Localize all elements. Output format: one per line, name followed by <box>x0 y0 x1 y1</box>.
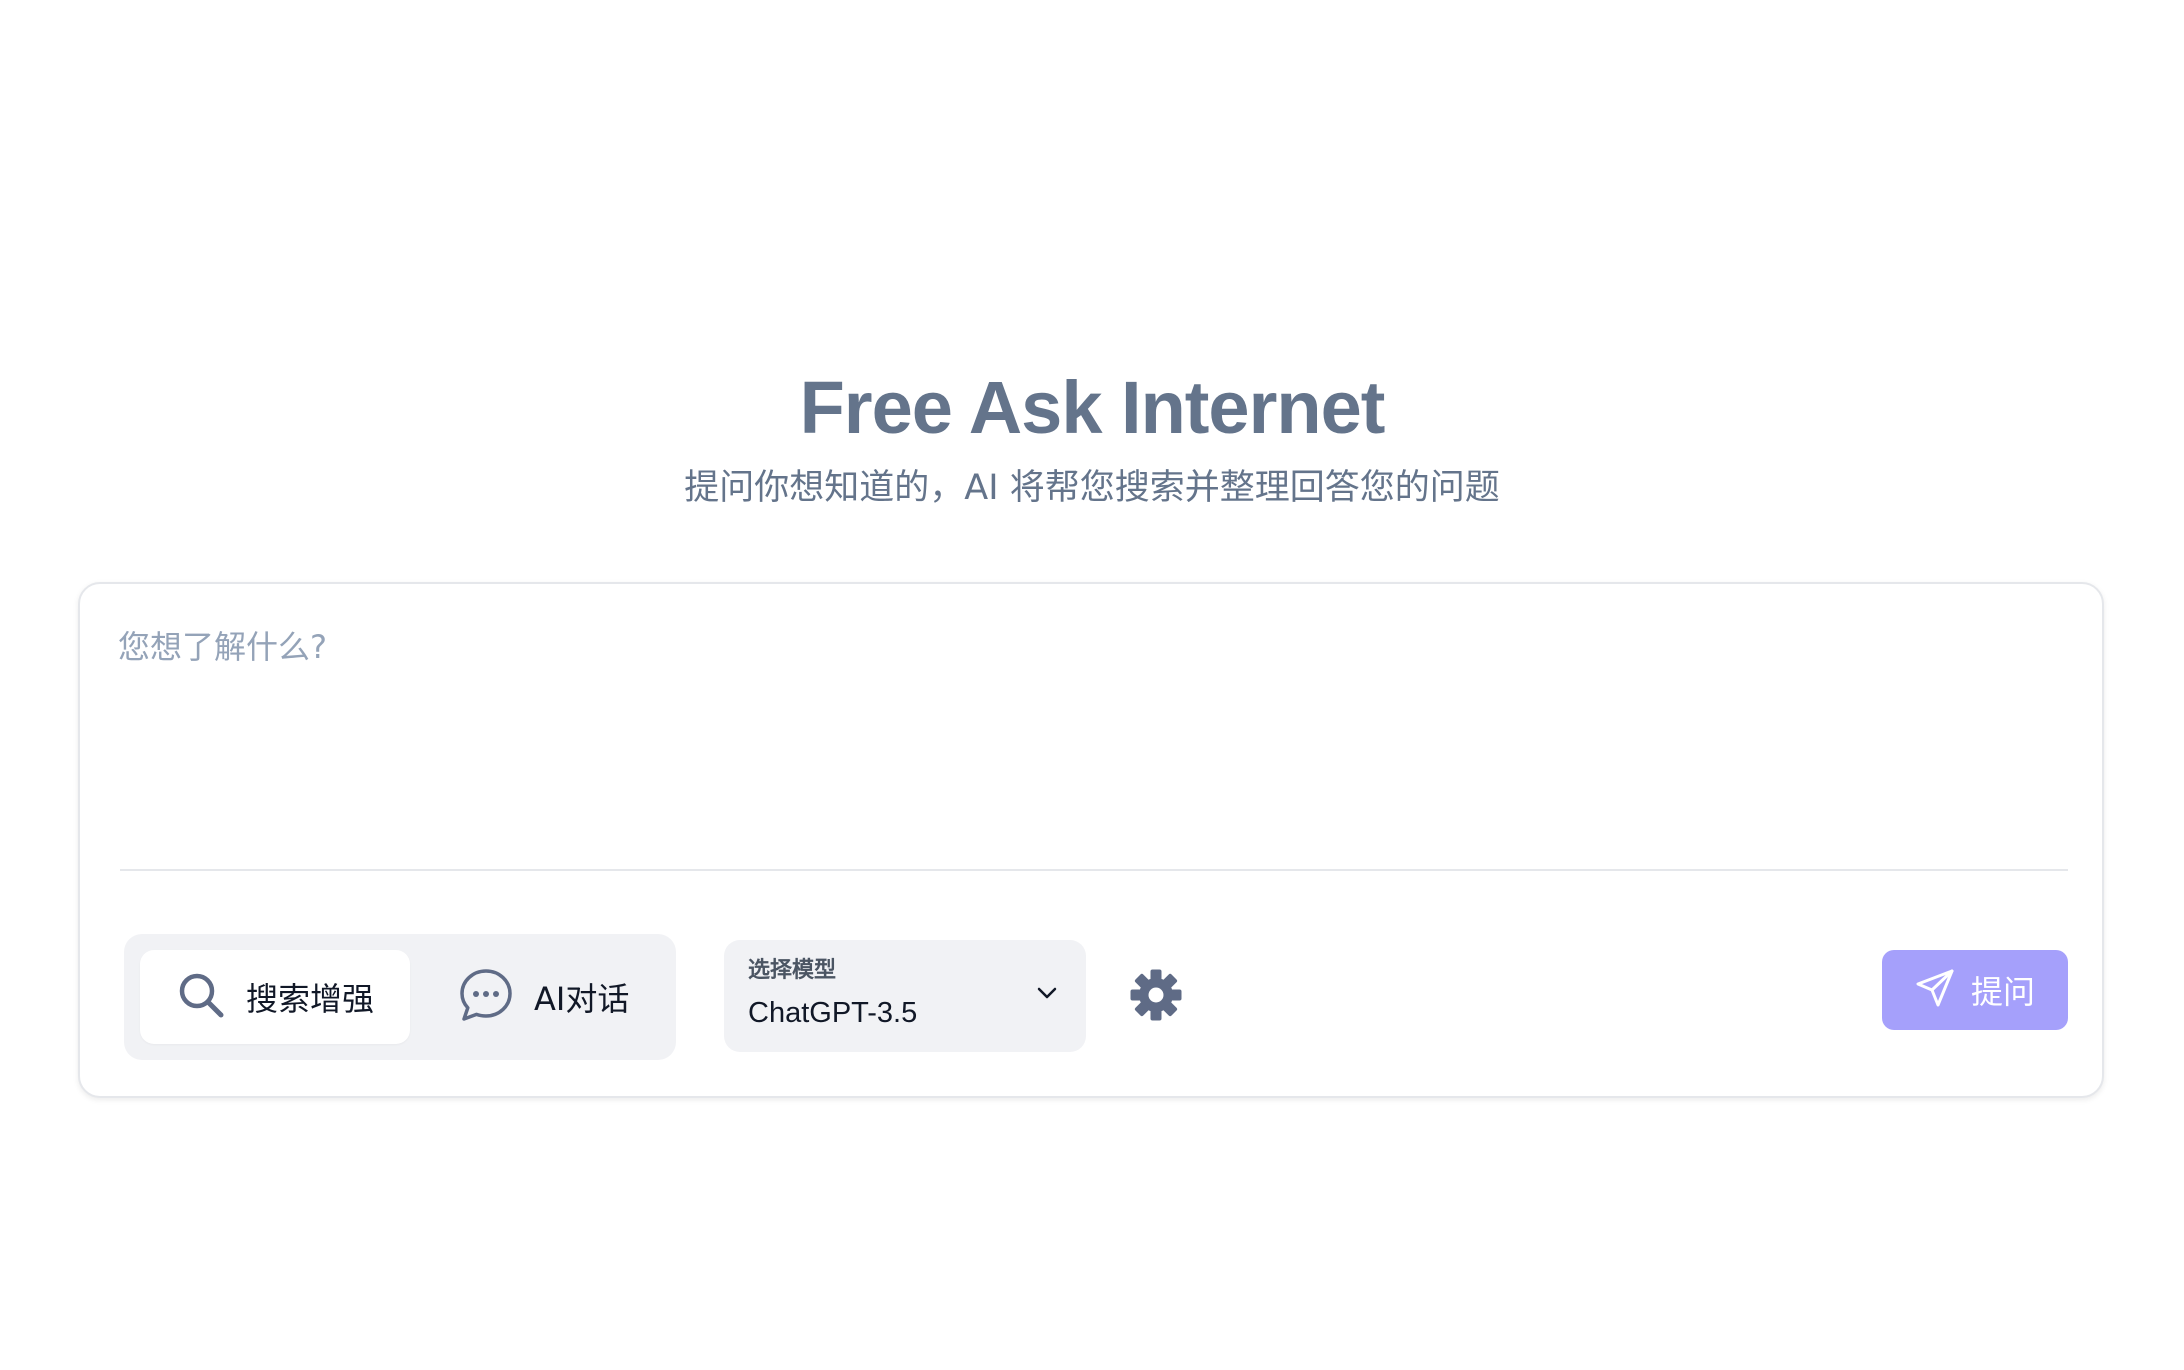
mode-search-enhance-label: 搜索增强 <box>246 980 375 1018</box>
divider <box>120 869 2068 871</box>
search-icon <box>176 970 226 1025</box>
ask-card: 搜索增强 AI对话 选择模型 ChatGPT-3 <box>78 582 2104 1098</box>
mode-ai-chat-button[interactable]: AI对话 <box>424 950 664 1044</box>
chevron-down-icon <box>1036 986 1058 1005</box>
mode-toggle-group: 搜索增强 AI对话 <box>124 934 676 1060</box>
gear-icon[interactable] <box>1129 968 1183 1027</box>
page-title: Free Ask Internet <box>799 366 1386 449</box>
ask-button-label: 提问 <box>1970 973 2035 1011</box>
model-select[interactable]: 选择模型 ChatGPT-3.5 <box>724 940 1086 1052</box>
model-select-caption: 选择模型 <box>748 958 837 983</box>
mode-ai-chat-label: AI对话 <box>534 980 630 1018</box>
chat-bubble-icon <box>458 967 514 1028</box>
mode-search-enhance-button[interactable]: 搜索增强 <box>140 950 410 1044</box>
toolbar: 搜索增强 AI对话 选择模型 ChatGPT-3.5 提问 <box>124 934 2068 1060</box>
send-icon <box>1915 968 1955 1013</box>
model-select-value: ChatGPT-3.5 <box>748 997 918 1029</box>
hero: Free Ask Internet 提问你想知道的，AI 将帮您搜索并整理回答您… <box>0 360 2184 510</box>
ask-button[interactable]: 提问 <box>1882 950 2068 1030</box>
page: Free Ask Internet 提问你想知道的，AI 将帮您搜索并整理回答您… <box>0 0 2184 1370</box>
query-input[interactable] <box>118 622 2068 822</box>
page-subtitle: 提问你想知道的，AI 将帮您搜索并整理回答您的问题 <box>684 468 1500 508</box>
